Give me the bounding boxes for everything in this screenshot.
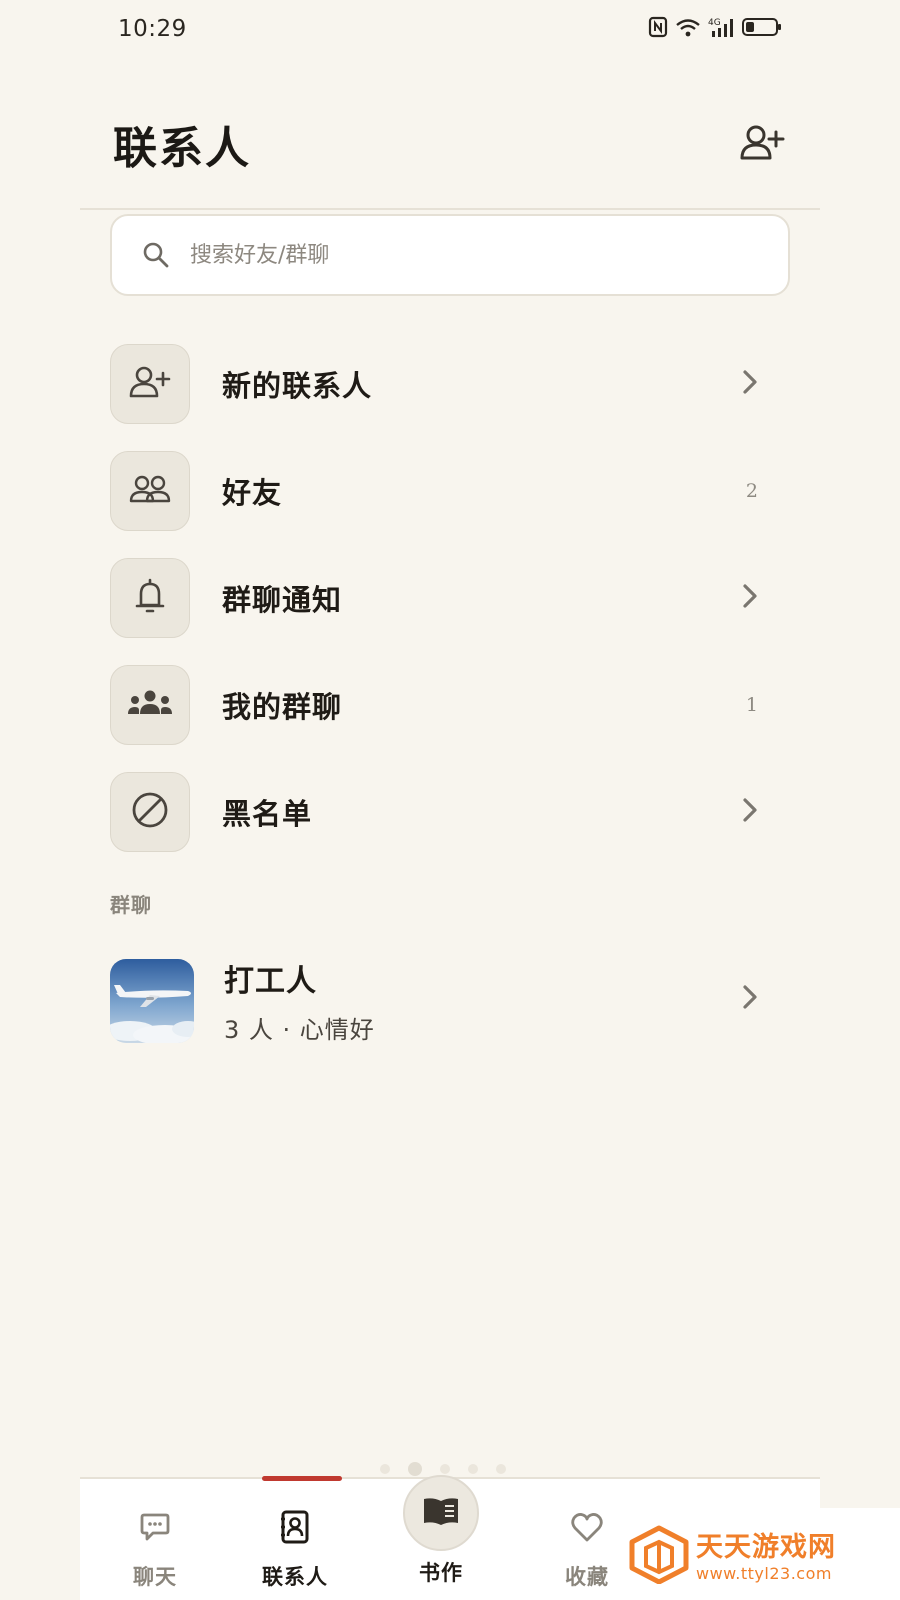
- chevron-right-icon: [742, 797, 758, 827]
- menu-item-new-contacts[interactable]: 新的联系人: [110, 330, 790, 437]
- group-avatar: [110, 958, 194, 1043]
- menu-item-blacklist[interactable]: 黑名单: [110, 758, 790, 865]
- header-divider: [80, 208, 820, 210]
- contacts-book-icon: [279, 1510, 311, 1548]
- menu-icon-box: [110, 771, 190, 852]
- menu-item-my-groups[interactable]: 我的群聊 1: [110, 651, 790, 758]
- menu-item-group-notifications[interactable]: 群聊通知: [110, 544, 790, 651]
- menu-icon-box: [110, 343, 190, 424]
- search-input[interactable]: [190, 242, 750, 268]
- tab-label: 聊天: [133, 1565, 177, 1589]
- page-dot: [496, 1464, 506, 1474]
- battery-icon: [742, 16, 782, 38]
- status-bar: 10:29 4G: [0, 0, 900, 60]
- tab-contacts[interactable]: 联系人: [220, 1479, 370, 1600]
- add-contact-button[interactable]: [736, 122, 788, 168]
- chevron-right-icon: [742, 984, 758, 1014]
- menu-item-label: 群聊通知: [222, 582, 343, 617]
- tab-chat[interactable]: 聊天: [80, 1479, 230, 1600]
- page-dot: [380, 1464, 390, 1474]
- search-box[interactable]: [110, 214, 790, 296]
- group-name: 打工人: [224, 964, 317, 999]
- watermark-logo-icon: [629, 1525, 689, 1584]
- cellular-signal-icon: 4G: [708, 16, 736, 38]
- nfc-icon: [648, 16, 668, 38]
- watermark-url: www.ttyl23.com: [696, 1564, 832, 1583]
- tab-books[interactable]: 书作: [366, 1475, 516, 1600]
- bell-icon: [133, 576, 167, 620]
- group-icon: [126, 688, 174, 722]
- menu-icon-box: [110, 557, 190, 638]
- group-subtitle: 3 人 · 心情好: [224, 1016, 375, 1044]
- watermark: 天天游戏网 www.ttyl23.com: [618, 1508, 900, 1600]
- menu-item-label: 新的联系人: [222, 368, 373, 403]
- friends-count: 2: [745, 479, 758, 502]
- chevron-right-icon: [742, 369, 758, 399]
- tab-center-circle: [403, 1475, 479, 1551]
- block-icon: [130, 790, 170, 834]
- section-label-group-chats: 群聊: [110, 893, 152, 917]
- wifi-icon: [674, 16, 702, 38]
- heart-icon: [570, 1511, 604, 1547]
- page-dot: [440, 1464, 450, 1474]
- status-time: 10:29: [118, 16, 187, 42]
- tab-label: 书作: [419, 1561, 463, 1585]
- menu-item-label: 好友: [222, 475, 283, 510]
- chevron-right-icon: [742, 583, 758, 613]
- groups-count: 1: [745, 693, 758, 716]
- menu-item-label: 黑名单: [222, 796, 313, 831]
- contact-menu-list: 新的联系人 好友 2 群聊通知 我的群聊 1 黑名单: [110, 330, 790, 865]
- add-person-icon: [739, 124, 785, 166]
- open-book-icon: [421, 1495, 461, 1531]
- status-icons: 4G: [648, 16, 782, 38]
- menu-item-label: 我的群聊: [222, 689, 343, 724]
- svg-text:4G: 4G: [708, 18, 721, 28]
- page-indicator: [380, 1462, 506, 1476]
- page-title: 联系人: [113, 123, 251, 174]
- add-person-icon: [128, 365, 172, 403]
- search-icon: [142, 239, 174, 271]
- airplane-photo: [110, 958, 194, 1043]
- tab-label: 收藏: [565, 1565, 609, 1589]
- tab-label: 联系人: [262, 1565, 328, 1589]
- group-chat-row[interactable]: 打工人 3 人 · 心情好: [110, 958, 790, 1044]
- menu-item-friends[interactable]: 好友 2: [110, 437, 790, 544]
- watermark-title: 天天游戏网: [696, 1532, 836, 1563]
- menu-icon-box: [110, 664, 190, 745]
- page-dot: [468, 1464, 478, 1474]
- tab-active-indicator: [262, 1476, 342, 1481]
- menu-icon-box: [110, 450, 190, 531]
- friends-icon: [128, 474, 172, 508]
- page-dot-active: [408, 1462, 422, 1476]
- chat-bubble-icon: [139, 1511, 171, 1547]
